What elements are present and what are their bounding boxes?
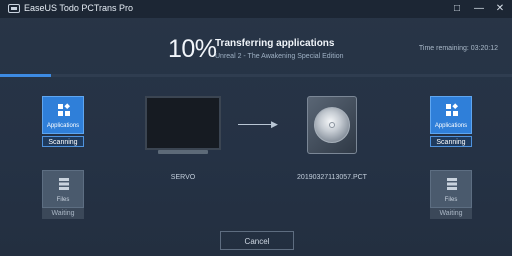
time-remaining: Time remaining: 03:20:12 <box>418 45 498 52</box>
tile-label: Files <box>444 197 458 203</box>
target-files-tile[interactable]: Files <box>430 170 472 208</box>
title-bar: EaseUS Todo PCTrans Pro □ — ✕ <box>0 0 512 18</box>
source-files-status: Waiting <box>42 208 84 219</box>
source-applications-tile[interactable]: Applications <box>42 96 84 134</box>
close-button[interactable]: ✕ <box>493 2 507 16</box>
image-file-icon <box>307 96 357 154</box>
feedback-icon[interactable]: □ <box>450 2 464 16</box>
pctrans-window: EaseUS Todo PCTrans Pro □ — ✕ 10% Transf… <box>0 0 512 256</box>
source-applications-status: Scanning <box>42 136 84 147</box>
target-file-name: 20190327113057.PCT <box>297 174 367 181</box>
target-files-status: Waiting <box>430 208 472 219</box>
applications-icon <box>58 103 71 116</box>
progress-percent: 10% <box>168 35 217 63</box>
progress-title: Transferring applications <box>215 38 335 49</box>
source-files-tile[interactable]: Files <box>42 170 84 208</box>
monitor-stand <box>158 150 208 154</box>
tile-label: Applications <box>434 123 468 129</box>
applications-icon <box>446 103 459 116</box>
source-computer-name: SERVO <box>170 174 196 181</box>
minimize-button[interactable]: — <box>472 2 486 16</box>
arrowhead-icon: ▶ <box>271 119 278 129</box>
target-applications-tile[interactable]: Applications <box>430 96 472 134</box>
app-logo-icon <box>8 4 20 13</box>
files-icon <box>447 178 457 190</box>
files-icon <box>59 178 69 190</box>
app-title: EaseUS Todo PCTrans Pro <box>24 3 134 13</box>
progress-track <box>0 74 512 77</box>
progress-fill <box>0 74 52 77</box>
tile-label: Files <box>56 197 70 203</box>
cancel-button[interactable]: Cancel <box>220 231 294 250</box>
source-computer-icon <box>145 96 221 150</box>
disk-spindle <box>329 122 335 128</box>
progress-subtitle: Unreal 2 - The Awakening Special Edition <box>215 53 344 60</box>
tile-label: Applications <box>46 123 80 129</box>
target-applications-status: Scanning <box>430 136 472 147</box>
disk-platter <box>314 107 350 143</box>
